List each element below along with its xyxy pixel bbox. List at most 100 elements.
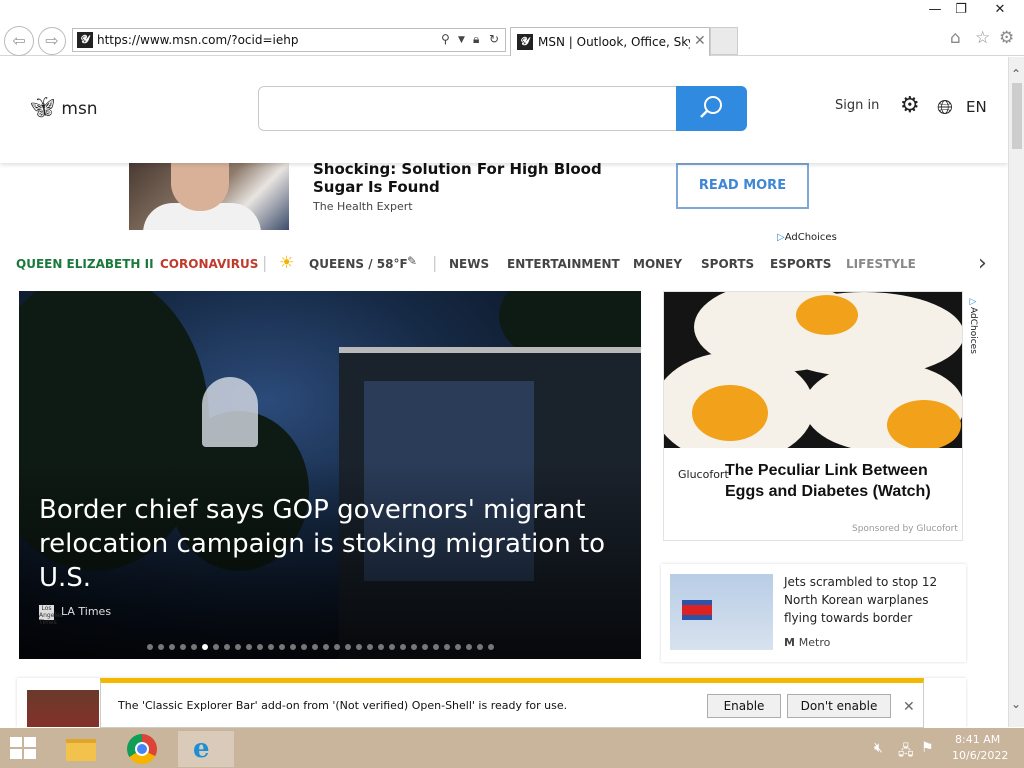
side-story[interactable]: Jets scrambled to stop 12 North Korean w… [661, 564, 966, 662]
side-ad-title[interactable]: The Peculiar Link Between Eggs and Diabe… [725, 460, 955, 502]
carousel-dot[interactable] [246, 644, 252, 650]
carousel-dot[interactable] [455, 644, 461, 650]
nav-item-lifestyle[interactable]: LIFESTYLE [846, 257, 916, 271]
carousel-dot[interactable] [180, 644, 186, 650]
tab-close-icon[interactable]: ✕ [694, 33, 706, 49]
internet-explorer-icon[interactable]: e [178, 731, 234, 767]
file-explorer-icon[interactable] [60, 731, 104, 767]
edit-pencil-icon[interactable]: ✎ [407, 254, 417, 268]
nav-item-money[interactable]: MONEY [633, 257, 682, 271]
start-button[interactable] [10, 737, 38, 761]
carousel-dot[interactable] [356, 644, 362, 650]
carousel-dot[interactable] [444, 644, 450, 650]
carousel-dot[interactable] [345, 644, 351, 650]
new-tab-button[interactable] [710, 27, 738, 55]
restore-button[interactable]: ❐ [946, 0, 976, 20]
tab-title: MSN | Outlook, Office, Sky... [538, 35, 690, 49]
ad-doctor-image[interactable] [129, 163, 289, 230]
addon-notification-bar: The 'Classic Explorer Bar' add-on from '… [100, 678, 924, 728]
tab-msn[interactable]: 𝓨 MSN | Outlook, Office, Sky... ✕ [510, 27, 710, 56]
hero-headline[interactable]: Border chief says GOP governors' migrant… [39, 493, 619, 595]
clock-date[interactable]: 10/6/2022 [952, 749, 1008, 762]
carousel-dot[interactable] [268, 644, 274, 650]
chrome-icon[interactable] [120, 731, 164, 767]
dropdown-icon[interactable]: ▼ [458, 35, 465, 45]
notification-close-icon[interactable]: ✕ [903, 699, 915, 715]
nav-item-esports[interactable]: ESPORTS [770, 257, 831, 271]
action-center-icon[interactable]: ⚑ [921, 740, 934, 756]
carousel-dot[interactable] [411, 644, 417, 650]
search-input[interactable] [258, 86, 678, 131]
carousel-dot[interactable] [224, 644, 230, 650]
language-selector[interactable]: EN [966, 98, 987, 116]
carousel-dot[interactable] [147, 644, 153, 650]
carousel-dot[interactable] [312, 644, 318, 650]
search-icon[interactable]: ⚲ [441, 32, 450, 46]
dont-enable-button[interactable]: Don't enable [787, 694, 891, 718]
carousel-dots[interactable] [147, 635, 499, 650]
carousel-dot[interactable] [158, 644, 164, 650]
search-button[interactable] [676, 86, 747, 131]
carousel-dot[interactable] [191, 644, 197, 650]
enable-button[interactable]: Enable [707, 694, 781, 718]
carousel-dot[interactable] [400, 644, 406, 650]
sign-in-link[interactable]: Sign in [835, 98, 879, 113]
carousel-dot[interactable] [488, 644, 494, 650]
forward-button[interactable]: ⇨ [38, 27, 66, 55]
scrollbar-thumb[interactable] [1012, 83, 1022, 149]
nav-item-weather[interactable]: QUEENS / 58°F [309, 257, 408, 271]
hero-story[interactable]: Border chief says GOP governors' migrant… [19, 291, 641, 659]
address-url[interactable]: https://www.msn.com/?ocid=iehp [97, 33, 298, 47]
carousel-dot[interactable] [290, 644, 296, 650]
lock-icon[interactable]: 🔒︎ [473, 32, 479, 47]
read-more-button[interactable]: READ MORE [676, 163, 809, 209]
home-icon[interactable]: ⌂ [950, 28, 961, 48]
nav-item-coronavirus[interactable]: CORONAVIRUS [160, 257, 258, 271]
nav-item-queen-elizabeth[interactable]: QUEEN ELIZABETH II [16, 257, 154, 271]
carousel-dot[interactable] [169, 644, 175, 650]
carousel-dot[interactable] [235, 644, 241, 650]
back-button[interactable]: ⇦ [4, 26, 34, 56]
carousel-dot[interactable] [433, 644, 439, 650]
carousel-dot[interactable] [389, 644, 395, 650]
scroll-up-icon[interactable]: ⌃ [1011, 67, 1021, 81]
ad-title[interactable]: Shocking: Solution For High Blood Sugar … [313, 160, 653, 196]
nav-item-entertainment[interactable]: ENTERTAINMENT [507, 257, 620, 271]
side-ad[interactable]: Glucofort The Peculiar Link Between Eggs… [663, 291, 963, 541]
favorites-icon[interactable]: ☆ [975, 28, 990, 48]
vertical-scrollbar[interactable]: ⌃ ⌄ [1008, 57, 1024, 727]
carousel-dot[interactable] [257, 644, 263, 650]
story-thumbnail [27, 690, 99, 727]
nav-item-sports[interactable]: SPORTS [701, 257, 754, 271]
carousel-dot[interactable] [334, 644, 340, 650]
carousel-dot[interactable] [213, 644, 219, 650]
msn-logo[interactable]: 🦋︎ msn [30, 95, 98, 119]
volume-muted-icon[interactable]: 🔇︎ [874, 740, 883, 756]
refresh-icon[interactable]: ↻ [489, 32, 499, 46]
close-window-button[interactable]: ✕ [980, 0, 1020, 20]
adchoices-side-link[interactable]: ▷AdChoices [968, 297, 978, 354]
network-icon[interactable]: 🖧 [898, 740, 914, 764]
carousel-dot[interactable] [378, 644, 384, 650]
carousel-dot[interactable] [279, 644, 285, 650]
carousel-dot[interactable] [323, 644, 329, 650]
nav-item-news[interactable]: NEWS [449, 257, 489, 271]
address-bar[interactable]: 𝓨 https://www.msn.com/?ocid=iehp ⚲ ▼ 🔒︎ … [72, 28, 506, 52]
ad-brand: Glucofort [678, 468, 729, 481]
nav-next-chevron-icon[interactable]: › [978, 251, 987, 276]
carousel-dot[interactable] [367, 644, 373, 650]
globe-icon[interactable]: 🌐︎ [937, 95, 953, 119]
scroll-down-icon[interactable]: ⌄ [1011, 697, 1021, 711]
story-headline[interactable]: Jets scrambled to stop 12 North Korean w… [784, 573, 954, 627]
carousel-dot[interactable] [477, 644, 483, 650]
carousel-dot[interactable] [466, 644, 472, 650]
adchoices-link[interactable]: ▷AdChoices [777, 232, 837, 243]
tools-gear-icon[interactable]: ⚙ [999, 28, 1014, 48]
settings-gear-icon[interactable]: ⚙ [900, 93, 920, 118]
clock-time[interactable]: 8:41 AM [955, 733, 1000, 746]
carousel-dot[interactable] [301, 644, 307, 650]
carousel-dot[interactable] [202, 644, 208, 650]
adchoices-label: AdChoices [968, 307, 978, 354]
carousel-dot[interactable] [422, 644, 428, 650]
ad-source: The Health Expert [313, 200, 413, 213]
